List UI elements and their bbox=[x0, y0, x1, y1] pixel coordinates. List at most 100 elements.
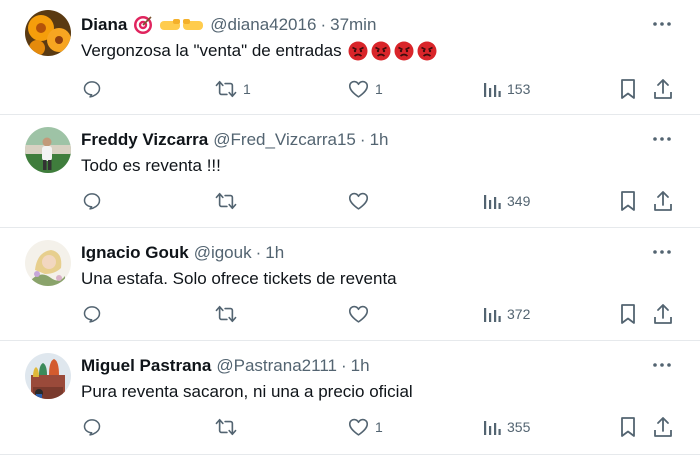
user-handle[interactable]: @Fred_Vizcarra15 bbox=[213, 130, 356, 150]
share-button[interactable] bbox=[653, 75, 673, 103]
more-options-icon[interactable] bbox=[651, 355, 673, 375]
heart-icon bbox=[348, 418, 369, 436]
tweet-text: Pura reventa sacaron, ni una a precio of… bbox=[81, 382, 413, 402]
bookmark-icon bbox=[621, 191, 635, 211]
tweet-header: Diana @diana42016 · 37min bbox=[81, 13, 376, 37]
tweet-actions: 1 1 153 bbox=[0, 75, 700, 103]
timestamp[interactable]: 37min bbox=[330, 15, 376, 35]
separator-dot: · bbox=[320, 15, 327, 34]
angry-face-icon bbox=[371, 41, 391, 61]
more-options-icon[interactable] bbox=[651, 14, 673, 34]
tweet-header: Ignacio Gouk @igouk · 1h bbox=[81, 241, 284, 265]
avatar[interactable] bbox=[25, 353, 71, 399]
reply-icon bbox=[83, 193, 101, 210]
like-count: 1 bbox=[375, 419, 383, 435]
timestamp[interactable]: 1h bbox=[370, 130, 389, 150]
user-handle[interactable]: @Pastrana2111 bbox=[216, 356, 337, 376]
user-handle[interactable]: @diana42016 bbox=[210, 15, 316, 35]
view-count: 372 bbox=[507, 306, 531, 322]
heart-icon bbox=[348, 305, 369, 323]
retweet-button[interactable] bbox=[215, 300, 243, 328]
retweet-button[interactable]: 1 bbox=[215, 75, 251, 103]
share-icon bbox=[654, 79, 672, 99]
tweet-text: Una estafa. Solo ofrece tickets de reven… bbox=[81, 269, 397, 289]
timestamp[interactable]: 1h bbox=[351, 356, 370, 376]
heart-icon bbox=[348, 80, 369, 98]
like-button[interactable]: 1 bbox=[348, 75, 383, 103]
separator-dot: · bbox=[255, 243, 262, 262]
bookmark-button[interactable] bbox=[619, 187, 637, 215]
bookmark-button[interactable] bbox=[619, 300, 637, 328]
share-button[interactable] bbox=[653, 300, 673, 328]
tweet-text-content: Pura reventa sacaron, ni una a precio of… bbox=[81, 382, 413, 401]
share-icon bbox=[654, 417, 672, 437]
reply-button[interactable] bbox=[82, 413, 108, 441]
tweet-actions: 372 bbox=[0, 300, 700, 328]
tweet[interactable]: Miguel Pastrana @Pastrana2111 · 1h Pura … bbox=[0, 341, 700, 455]
tweet[interactable]: Ignacio Gouk @igouk · 1h Una estafa. Sol… bbox=[0, 228, 700, 341]
tweet[interactable]: Freddy Vizcarra @Fred_Vizcarra15 · 1h To… bbox=[0, 115, 700, 228]
tweet-text-content: Una estafa. Solo ofrece tickets de reven… bbox=[81, 269, 397, 288]
views-button[interactable]: 372 bbox=[483, 300, 530, 328]
share-button[interactable] bbox=[653, 187, 673, 215]
tweet-actions: 1 355 bbox=[0, 413, 700, 441]
avatar[interactable] bbox=[25, 240, 71, 286]
retweet-button[interactable] bbox=[215, 413, 243, 441]
tweet-text-content: Todo es reventa !!! bbox=[81, 156, 221, 175]
like-button[interactable]: 1 bbox=[348, 413, 383, 441]
bookmark-icon bbox=[621, 417, 635, 437]
angry-face-icon bbox=[348, 41, 368, 61]
retweet-icon bbox=[215, 418, 237, 436]
user-name[interactable]: Ignacio Gouk bbox=[81, 243, 189, 263]
reply-icon bbox=[83, 419, 101, 436]
avatar-cathedral-image bbox=[25, 353, 71, 399]
reply-button[interactable] bbox=[82, 187, 108, 215]
reply-icon bbox=[83, 306, 101, 323]
retweet-icon bbox=[215, 192, 237, 210]
view-count: 349 bbox=[507, 193, 531, 209]
more-options-icon[interactable] bbox=[651, 129, 673, 149]
avatar-orange-flowers-image bbox=[25, 10, 71, 56]
retweet-icon bbox=[215, 80, 237, 98]
angry-face-icon bbox=[394, 41, 414, 61]
views-button[interactable]: 349 bbox=[483, 187, 530, 215]
more-options-icon[interactable] bbox=[651, 242, 673, 262]
user-name[interactable]: Diana bbox=[81, 15, 127, 35]
share-button[interactable] bbox=[653, 413, 673, 441]
like-button[interactable] bbox=[348, 187, 375, 215]
user-handle[interactable]: @igouk bbox=[194, 243, 252, 263]
views-chart-icon bbox=[484, 83, 501, 97]
tweet-text: Todo es reventa !!! bbox=[81, 156, 221, 176]
retweet-count: 1 bbox=[243, 81, 251, 97]
retweet-button[interactable] bbox=[215, 187, 243, 215]
avatar[interactable] bbox=[25, 10, 71, 56]
view-count: 153 bbox=[507, 81, 531, 97]
tweet-actions: 349 bbox=[0, 187, 700, 215]
like-button[interactable] bbox=[348, 300, 375, 328]
share-icon bbox=[654, 191, 672, 211]
tweet[interactable]: Diana @diana42016 · 37min Vergonzosa la … bbox=[0, 0, 700, 115]
reply-icon bbox=[83, 81, 101, 98]
angry-face-icon bbox=[417, 41, 437, 61]
views-chart-icon bbox=[484, 421, 501, 435]
bookmark-icon bbox=[621, 79, 635, 99]
timestamp[interactable]: 1h bbox=[265, 243, 284, 263]
user-name[interactable]: Freddy Vizcarra bbox=[81, 130, 208, 150]
views-button[interactable]: 355 bbox=[483, 413, 530, 441]
avatar[interactable] bbox=[25, 127, 71, 173]
separator-dot: · bbox=[340, 356, 347, 375]
reply-button[interactable] bbox=[82, 75, 108, 103]
user-name[interactable]: Miguel Pastrana bbox=[81, 356, 211, 376]
hand-emoji-icon bbox=[159, 17, 205, 33]
bookmark-button[interactable] bbox=[619, 75, 637, 103]
tweet-header: Freddy Vizcarra @Fred_Vizcarra15 · 1h bbox=[81, 128, 388, 152]
bookmark-button[interactable] bbox=[619, 413, 637, 441]
views-button[interactable]: 153 bbox=[483, 75, 530, 103]
avatar-football-field-image bbox=[25, 127, 71, 173]
separator-dot: · bbox=[359, 130, 366, 149]
share-icon bbox=[654, 304, 672, 324]
views-chart-icon bbox=[484, 195, 501, 209]
bookmark-icon bbox=[621, 304, 635, 324]
reply-button[interactable] bbox=[82, 300, 108, 328]
view-count: 355 bbox=[507, 419, 531, 435]
